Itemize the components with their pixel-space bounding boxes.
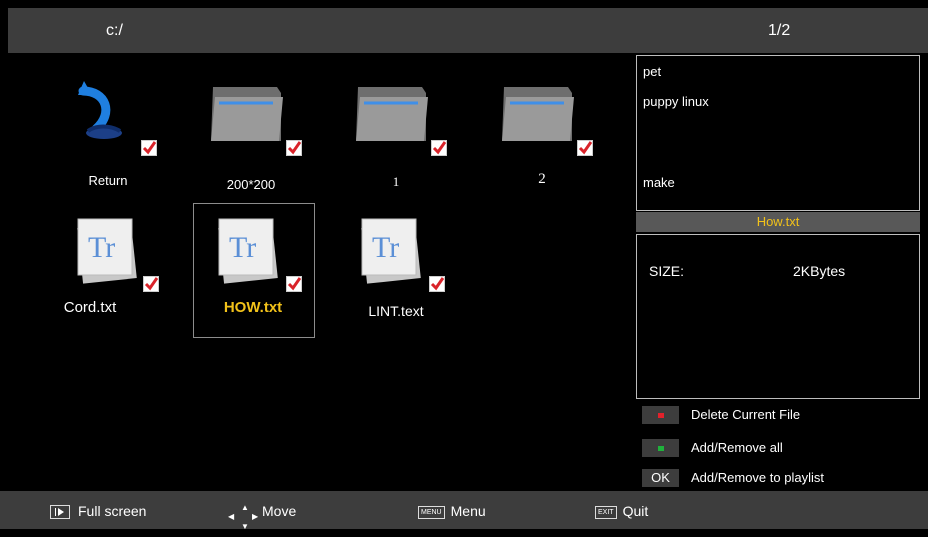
check-icon[interactable] bbox=[577, 140, 593, 156]
check-icon[interactable] bbox=[143, 276, 159, 292]
menu-hint[interactable]: MENU Menu bbox=[418, 501, 486, 521]
menu-key-icon: MENU bbox=[418, 505, 445, 519]
list-item[interactable]: pet bbox=[643, 64, 661, 79]
check-icon[interactable] bbox=[286, 276, 302, 292]
svg-text:Tr: Tr bbox=[372, 231, 399, 264]
fullscreen-hint[interactable]: Full screen bbox=[50, 501, 146, 521]
folder-tile[interactable]: 1 bbox=[336, 61, 456, 191]
check-icon[interactable] bbox=[286, 140, 302, 156]
file-info: SIZE: 2KBytes bbox=[636, 234, 920, 399]
size-value: 2KBytes bbox=[793, 263, 846, 279]
folder-icon bbox=[502, 87, 574, 141]
check-icon[interactable] bbox=[429, 276, 445, 292]
hint-delete: Delete Current File bbox=[636, 404, 920, 426]
tile-label: 2 bbox=[538, 171, 546, 187]
folder-icon bbox=[211, 87, 283, 141]
list-item[interactable]: puppy linux bbox=[643, 94, 709, 109]
tile-label: Cord.txt bbox=[63, 299, 117, 316]
tile-label: 200*200 bbox=[226, 177, 276, 192]
file-grid: Return 200*200 1 2 Tr Cord.txt Tr HOW.tx… bbox=[8, 53, 636, 491]
arrow-keys-icon: ▲ ◀ ▶ ▼ bbox=[228, 503, 259, 532]
text-file-icon: Tr bbox=[77, 218, 137, 284]
red-button-icon[interactable] bbox=[642, 406, 679, 424]
current-path: c:/ bbox=[106, 22, 123, 39]
return-arrow-icon bbox=[78, 81, 122, 139]
bottom-bar: Full screen ▲ ◀ ▶ ▼ Move MENU Menu EXIT Qu… bbox=[0, 491, 928, 532]
folder-tile[interactable]: 2 bbox=[482, 61, 602, 191]
text-file-icon: Tr bbox=[218, 218, 278, 284]
list-item[interactable]: make bbox=[643, 175, 675, 190]
svg-text:Tr: Tr bbox=[229, 231, 256, 264]
file-tile[interactable]: Tr Cord.txt bbox=[48, 203, 168, 333]
folder-tile[interactable]: 200*200 bbox=[191, 61, 311, 192]
selected-filename: How.txt bbox=[636, 212, 920, 232]
fullscreen-label: Full screen bbox=[78, 503, 147, 519]
exit-key-icon: EXIT bbox=[595, 505, 617, 519]
file-list: pet puppy linux make bbox=[636, 55, 920, 211]
file-tile-selected[interactable]: Tr HOW.txt bbox=[193, 203, 313, 333]
svg-text:Tr: Tr bbox=[88, 231, 115, 264]
hint-playlist: OK Add/Remove to playlist bbox=[636, 467, 920, 489]
hint-text: Add/Remove all bbox=[691, 440, 783, 455]
play-key-icon bbox=[50, 505, 70, 520]
green-button-icon[interactable] bbox=[642, 439, 679, 457]
return-tile[interactable]: Return bbox=[48, 61, 168, 191]
file-tile[interactable]: Tr LINT.text bbox=[336, 203, 456, 333]
folder-icon bbox=[356, 87, 428, 141]
check-icon[interactable] bbox=[141, 140, 157, 156]
tile-label: 1 bbox=[392, 174, 400, 189]
hint-add-remove-all: Add/Remove all bbox=[636, 437, 920, 459]
ok-button[interactable]: OK bbox=[642, 469, 679, 487]
size-label: SIZE: bbox=[649, 263, 685, 279]
page-indicator: 1/2 bbox=[768, 22, 791, 39]
move-hint[interactable]: ▲ ◀ ▶ ▼ Move bbox=[228, 501, 297, 532]
check-icon[interactable] bbox=[431, 140, 447, 156]
text-file-icon: Tr bbox=[361, 218, 421, 284]
move-label: Move bbox=[262, 503, 297, 519]
hint-text: Delete Current File bbox=[691, 407, 801, 422]
tile-label: HOW.txt bbox=[223, 299, 283, 316]
menu-label: Menu bbox=[450, 503, 486, 519]
hint-text: Add/Remove to playlist bbox=[691, 470, 824, 485]
header-bar: c:/ 1/2 bbox=[8, 8, 928, 53]
tile-label: LINT.text bbox=[368, 303, 424, 319]
quit-hint[interactable]: EXIT Quit bbox=[595, 501, 648, 521]
tile-label: Return bbox=[88, 173, 128, 188]
quit-label: Quit bbox=[622, 503, 649, 519]
side-panel: pet puppy linux make How.txt SIZE: 2KByt… bbox=[636, 55, 920, 491]
